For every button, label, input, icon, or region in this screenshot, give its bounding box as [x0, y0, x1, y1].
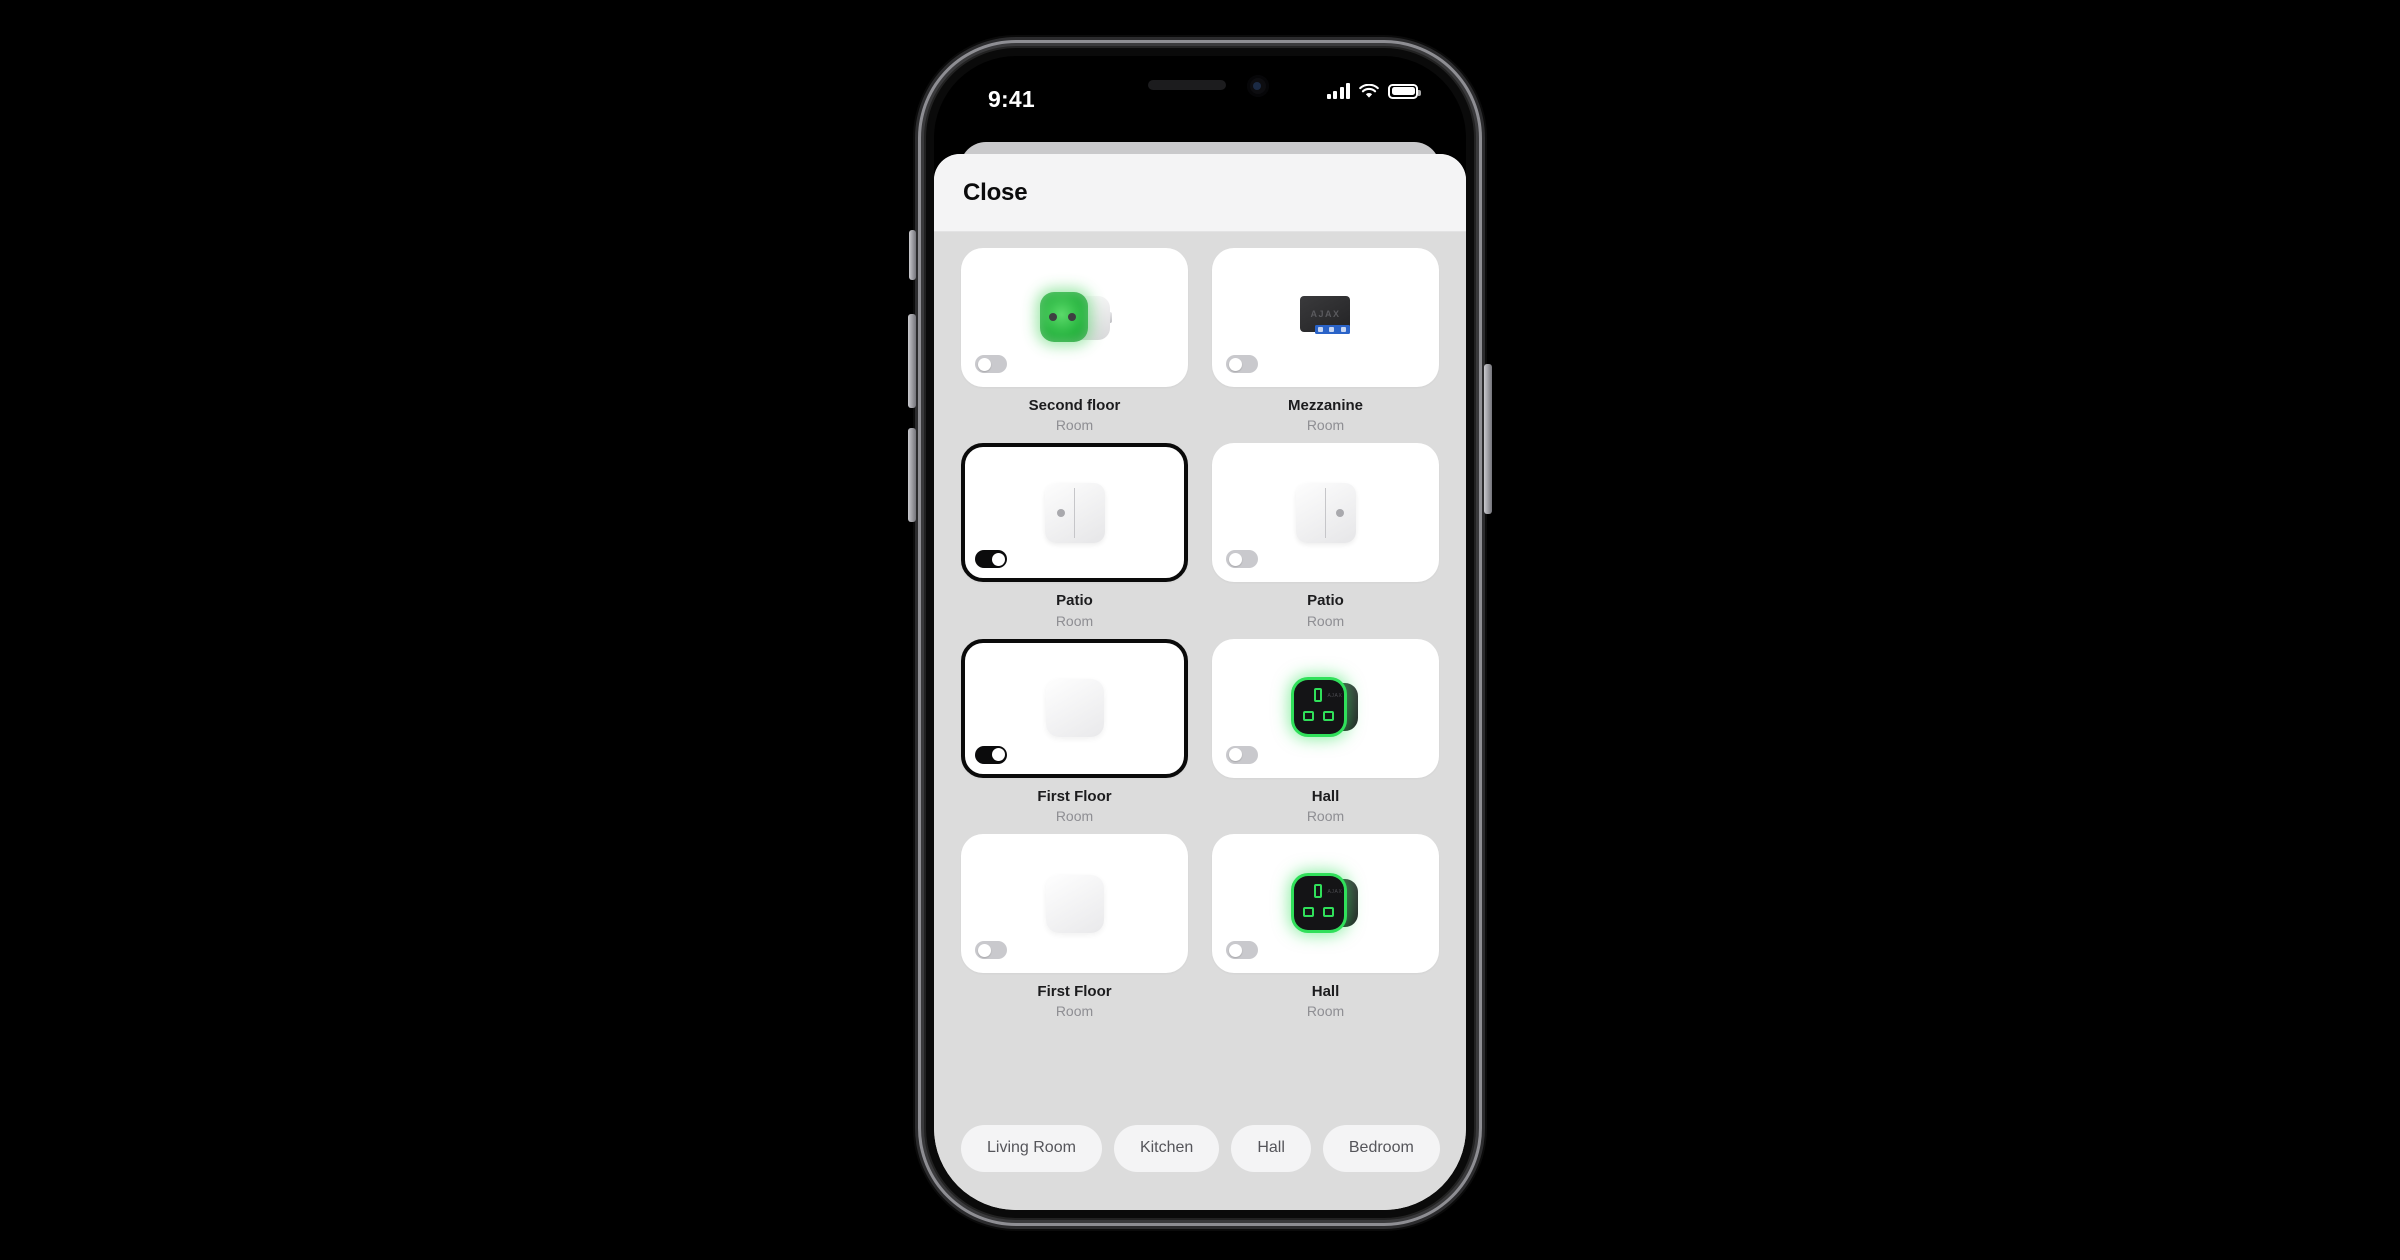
- wifi-icon: [1359, 83, 1379, 99]
- device-card[interactable]: [961, 834, 1188, 974]
- device-subtitle: Room: [1055, 612, 1094, 629]
- sheet-body: Second floor Room AJAX Mezzanine Room Patio Ro…: [934, 232, 1466, 1112]
- wall-switch-icon: [1044, 482, 1105, 543]
- device-power-toggle[interactable]: [975, 550, 1007, 569]
- uk-socket-icon: AJAX: [1293, 875, 1358, 932]
- device-power-toggle[interactable]: [1226, 745, 1258, 764]
- device-name: First Floor: [1037, 983, 1112, 1001]
- status-bar-indicators: [1326, 83, 1421, 99]
- device-tile[interactable]: AJAX Mezzanine Room: [1212, 248, 1439, 433]
- device-name: Hall: [1311, 983, 1340, 1001]
- device-tile[interactable]: Patio Room: [1212, 443, 1439, 629]
- blank-panel-icon: [1045, 679, 1104, 738]
- device-card[interactable]: [961, 443, 1188, 583]
- device-power-toggle[interactable]: [1226, 550, 1258, 569]
- device-grid: Second floor Room AJAX Mezzanine Room Patio Ro…: [961, 248, 1439, 1019]
- device-card[interactable]: [961, 248, 1188, 387]
- room-filter-chip[interactable]: Living Room: [961, 1124, 1102, 1172]
- phone-screen: 9:41 Close Second floor Room AJAX Mezzan…: [934, 56, 1466, 1210]
- device-subtitle: Room: [1055, 1003, 1094, 1020]
- device-power-toggle[interactable]: [975, 745, 1007, 764]
- device-card[interactable]: [961, 638, 1188, 778]
- device-power-toggle[interactable]: [1226, 941, 1258, 960]
- device-tile[interactable]: AJAX Hall Room: [1212, 834, 1439, 1019]
- power-button[interactable]: [1484, 364, 1492, 514]
- eu-smart-plug-icon: [1038, 290, 1112, 346]
- device-name: Patio: [1056, 592, 1093, 610]
- device-subtitle: Room: [1306, 612, 1345, 629]
- device-card[interactable]: [1212, 443, 1439, 583]
- device-tile[interactable]: Patio Room: [961, 443, 1188, 629]
- device-tile[interactable]: AJAX Hall Room: [1212, 638, 1439, 824]
- device-tile[interactable]: First Floor Room: [961, 834, 1188, 1019]
- device-power-toggle[interactable]: [975, 941, 1007, 960]
- device-subtitle: Room: [1306, 417, 1345, 434]
- device-card[interactable]: AJAX: [1212, 638, 1439, 778]
- device-card[interactable]: AJAX: [1212, 248, 1439, 387]
- device-subtitle: Room: [1306, 807, 1345, 824]
- room-filter-chip[interactable]: Hall: [1231, 1124, 1311, 1172]
- earpiece-speaker-icon: [1148, 80, 1226, 90]
- silent-switch-button[interactable]: [909, 230, 916, 280]
- sheet-header: Close: [934, 154, 1466, 232]
- battery-full-icon: [1388, 83, 1421, 99]
- device-name: Mezzanine: [1287, 397, 1363, 414]
- wall-switch-icon: [1295, 482, 1356, 543]
- device-subtitle: Room: [1306, 1003, 1345, 1020]
- blank-panel-icon: [1045, 874, 1104, 933]
- room-filter-chip[interactable]: Bedroom: [1322, 1124, 1440, 1172]
- room-filter-bar[interactable]: Living Room Kitchen Hall Bedroom: [934, 1112, 1466, 1210]
- status-bar: 9:41: [934, 56, 1466, 130]
- volume-up-button[interactable]: [908, 314, 916, 408]
- device-name: Second floor: [1028, 397, 1121, 414]
- relay-module-icon: AJAX: [1298, 295, 1354, 340]
- signal-bars-icon: [1326, 83, 1350, 99]
- front-camera-icon: [1247, 75, 1269, 97]
- device-tile[interactable]: First Floor Room: [961, 638, 1188, 824]
- close-button[interactable]: Close: [963, 179, 1028, 207]
- device-subtitle: Room: [1055, 417, 1094, 434]
- phone-frame: 9:41 Close Second floor Room AJAX Mezzan…: [908, 46, 1492, 1220]
- device-power-toggle[interactable]: [975, 355, 1007, 373]
- device-tile[interactable]: Second floor Room: [961, 248, 1188, 433]
- device-card[interactable]: AJAX: [1212, 834, 1439, 974]
- device-name: Patio: [1307, 592, 1344, 610]
- device-picker-sheet: Close Second floor Room AJAX Mezzanine Room P…: [934, 154, 1466, 1210]
- device-name: First Floor: [1037, 787, 1112, 805]
- volume-down-button[interactable]: [908, 428, 916, 522]
- device-power-toggle[interactable]: [1226, 355, 1258, 373]
- screenshot-stage: 9:41 Close Second floor Room AJAX Mezzan…: [0, 0, 2400, 1260]
- uk-socket-icon: AJAX: [1293, 680, 1358, 736]
- device-name: Hall: [1311, 787, 1340, 805]
- status-bar-clock: 9:41: [988, 86, 1035, 112]
- device-subtitle: Room: [1055, 807, 1094, 824]
- room-filter-chip[interactable]: Kitchen: [1113, 1124, 1220, 1172]
